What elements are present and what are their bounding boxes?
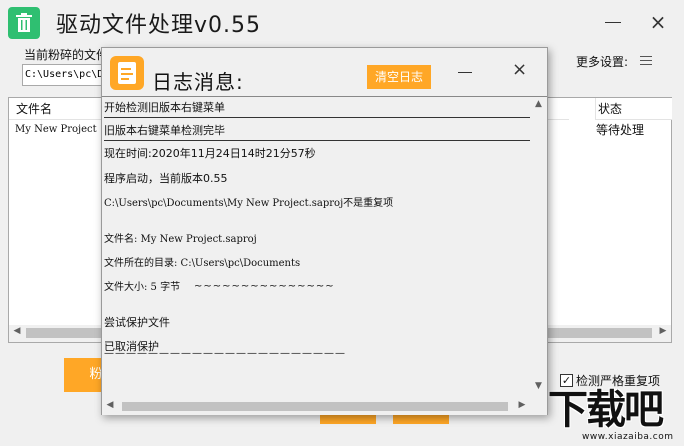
table-cell-status: 等待处理 <box>596 123 645 137</box>
watermark-logo: 下载吧 www.xiazaiba.com <box>548 388 684 446</box>
log-line: 现在时间:2020年11月24日14时21分57秒 <box>104 147 316 160</box>
main-window: 驱动文件处理v0.55 × 当前粉碎的文件 C:\Users\pc\D 更多设置… <box>0 0 684 446</box>
watermark-url: www.xiazaiba.com <box>582 432 674 442</box>
log-horizontal-scrollbar[interactable]: ◀ ▶ <box>102 398 530 415</box>
scroll-down-icon[interactable]: ▼ <box>530 381 547 391</box>
scroll-up-icon[interactable]: ▲ <box>530 99 547 109</box>
trash-icon <box>8 7 40 39</box>
log-text-area[interactable]: 开始检测旧版本右键菜单 旧版本右键菜单检测完毕 现在时间:2020年11月24日… <box>102 96 547 415</box>
log-close-button[interactable]: × <box>512 60 527 80</box>
log-minimize-button[interactable] <box>458 72 472 73</box>
watermark-logo-text: 下载吧 <box>548 387 664 433</box>
log-dialog-title: 日志消息: <box>152 70 244 94</box>
scroll-left-icon[interactable]: ◀ <box>102 400 118 410</box>
log-icon <box>110 56 144 90</box>
minimize-button[interactable] <box>603 12 623 32</box>
table-cell-filename[interactable]: My New Project <box>15 122 97 138</box>
current-file-label: 当前粉碎的文件 <box>24 48 109 62</box>
log-dash-line: —————————————————————— <box>104 348 346 359</box>
log-line: C:\Users\pc\Documents\My New Project.sap… <box>104 198 394 209</box>
scrollbar-thumb[interactable] <box>122 402 508 411</box>
column-header-status[interactable]: 状态 <box>595 98 672 120</box>
log-dialog: 日志消息: 清空日志 × 开始检测旧版本右键菜单 旧版本右键菜单检测完毕 现在时… <box>101 47 548 415</box>
more-settings-label: 更多设置: <box>576 55 629 69</box>
list-icon[interactable] <box>640 56 652 68</box>
scroll-left-icon[interactable]: ◀ <box>9 326 25 336</box>
log-separator <box>104 140 530 141</box>
scroll-right-icon[interactable]: ▶ <box>514 400 530 410</box>
log-line: 程序启动，当前版本0.55 <box>104 172 228 185</box>
log-line: 旧版本右键菜单检测完毕 <box>104 124 225 137</box>
clear-log-button[interactable]: 清空日志 <box>367 65 431 89</box>
log-wavy-underline: ~~~~~~~~~~~~~~~ <box>194 281 335 292</box>
log-line: 文件所在的目录: C:\Users\pc\Documents <box>104 258 301 269</box>
scroll-right-icon[interactable]: ▶ <box>655 326 671 336</box>
log-line: 文件名: My New Project.saproj <box>104 234 257 245</box>
strict-duplicate-checkbox[interactable]: ✓ <box>560 374 573 387</box>
log-vertical-scrollbar[interactable]: ▲ ▼ <box>530 97 547 397</box>
close-button[interactable]: × <box>648 12 668 32</box>
app-title: 驱动文件处理v0.55 <box>56 13 262 38</box>
current-file-path-field[interactable]: C:\Users\pc\D <box>22 64 112 86</box>
log-line: 开始检测旧版本右键菜单 <box>104 101 225 114</box>
log-separator <box>104 117 530 118</box>
log-line: 尝试保护文件 <box>104 316 170 329</box>
log-line: 文件大小: 5 字节 <box>104 282 181 293</box>
